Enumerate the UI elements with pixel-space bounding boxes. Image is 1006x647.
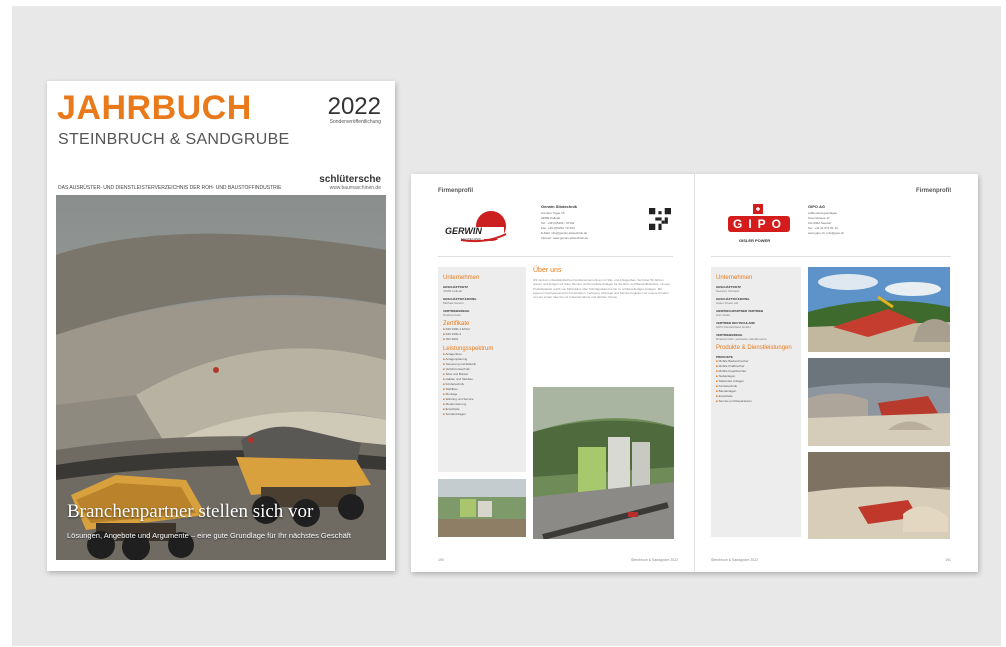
gerwin-logo: GERWIN SILOTECHNIK [441,204,511,246]
body-title-left: Über uns [533,267,562,274]
cover-headline: Branchenpartner stellen sich vor [67,501,314,522]
sidebar-right: Unternehmen GESCHÄFTSSITZ Seedorf, Schwe… [711,267,801,537]
cover-year: 2022 [327,93,381,120]
cover-special-label: Sonderveröffentlichung [329,119,381,125]
field-value: GIPO Deutschland GmbH [716,325,751,329]
company-name-right: GIPO AG [808,204,825,209]
cover-subtitle: STEINBRUCH & SANDGRUBE [58,131,290,148]
field-value: Kurt Gisler [716,313,731,317]
cover-subline: Lösungen, Angebote und Argumente – eine … [67,531,351,540]
gerwin-logo-sub: SILOTECHNIK [461,237,482,241]
publisher-logo: schlütersche [319,174,381,185]
list-item: Service und Reparaturen [716,399,796,404]
products-title: Produkte & Dienstleistungen [716,345,792,351]
company-name-left: Gerwin Silotechnik [541,204,578,209]
qr-code-icon [649,208,671,230]
field-value: Direktvertrieb [443,313,461,317]
magazine-cover: JAHRBUCH 2022 Sonderveröffentlichung STE… [47,81,395,571]
sidebar-title: Unternehmen [443,275,480,281]
page-number-left: 190 [438,558,444,562]
sidebar-title: Unternehmen [716,275,753,281]
list-item: Sonderanlagen [443,412,521,417]
spread-fold [694,174,695,572]
gipo-logo-sub: GISLER POWER [739,238,771,243]
body-text-left: Wir sind ein mittelständisches Familienu… [533,278,671,300]
silo-plant-photo [533,387,674,539]
page-number-right: 191 [945,558,951,562]
sidebar-left: Unternehmen GESCHÄFTSSITZ 32689 Kalletal… [438,267,526,472]
field-value: Michael Gerwin [443,301,464,305]
page-header-left: Firmenprofil [438,188,474,194]
field-value: Gisler Power AG [716,301,739,305]
field-value: Seedorf, Schweiz [716,289,740,293]
crusher-photo-2 [808,358,950,446]
company-info-left: Auf dem Tigge 15 32689 Kalletal Tel.: +4… [541,211,589,240]
page-label-right: Steinbruch & Sandgrube 2022 [711,558,758,562]
cover-tagline: DAS AUSRÜSTER- UND DIENSTLEISTERVERZEICH… [58,185,282,191]
page-label-left: Steinbruch & Sandgrube 2022 [631,558,678,562]
gerwin-logo-text: GERWIN [445,226,482,236]
crusher-photo-1 [808,267,950,352]
cover-title: JAHRBUCH [57,89,252,127]
page-header-right: Firmenprofil [915,188,951,194]
magazine-spread: Firmenprofil GERWIN SILOTECHNIK Gerwin S… [411,174,978,572]
plant-photo-small [438,479,526,537]
divider [438,256,673,257]
publisher-url: www.baumaschinen.de [329,185,381,191]
gipo-logo: GIPO GISLER POWER [723,204,798,246]
crusher-photo-3 [808,452,950,539]
list-item: ISO 9001 [443,337,521,342]
divider [711,256,951,257]
gipo-logo-text: GIPO [733,217,788,231]
company-info-right: Aufbereitungsanlagen Kreuzstrasse 17 CH-… [808,211,845,235]
field-value: 32689 Kalletal [443,289,463,293]
field-value: Direktvertrieb, weltweite Händlernetze [716,337,767,341]
